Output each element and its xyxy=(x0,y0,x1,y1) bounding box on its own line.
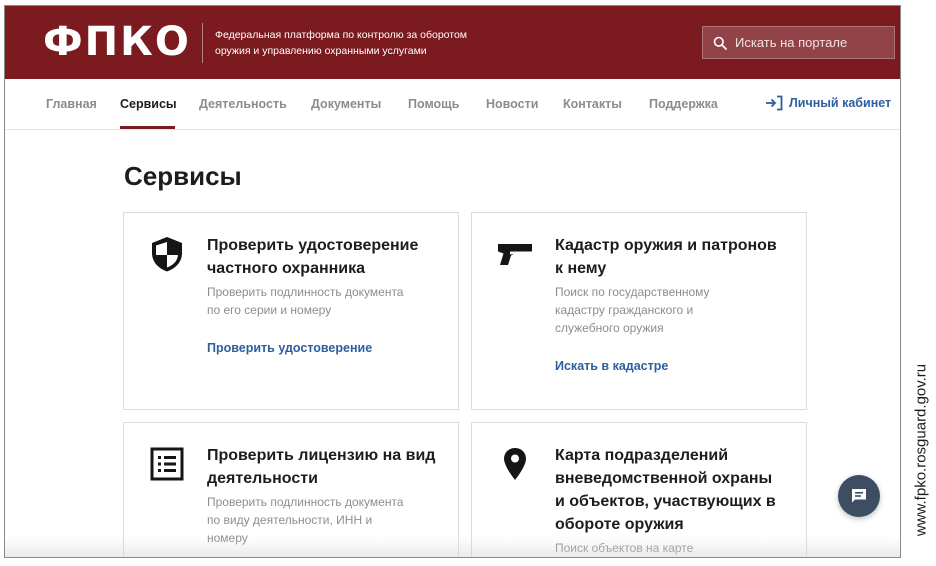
site-logo[interactable]: ФПКО xyxy=(43,17,191,67)
site-tagline: Федеральная платформа по контролю за обо… xyxy=(215,27,515,59)
search-icon xyxy=(713,36,727,50)
personal-cabinet-label: Личный кабинет xyxy=(789,96,892,110)
verify-certificate-link[interactable]: Проверить удостоверение xyxy=(207,341,372,355)
chat-icon xyxy=(852,489,866,503)
map-pin-icon xyxy=(504,448,526,480)
card-title: Проверить удостоверение частного охранни… xyxy=(207,234,418,280)
nav-item-activity[interactable]: Деятельность xyxy=(199,97,287,111)
tagline-line-2: оружия и управлению охранными услугами xyxy=(215,45,427,57)
card-title-line: деятельности xyxy=(207,470,318,487)
card-title-line: Проверить удостоверение xyxy=(207,237,419,254)
card-title-line: и объектов, участвующих в xyxy=(555,493,776,510)
chat-button[interactable] xyxy=(838,475,880,517)
card-desc-line: Поиск по государственному xyxy=(555,285,710,299)
main-navigation: Главная Сервисы Деятельность Документы П… xyxy=(5,79,900,130)
service-card-weapons-cadastre[interactable]: Кадастр оружия и патронов к нему Поиск п… xyxy=(471,212,807,410)
shield-icon xyxy=(152,237,182,272)
card-title-line: Карта подразделений xyxy=(555,447,729,464)
nav-item-services[interactable]: Сервисы xyxy=(120,97,177,111)
nav-item-contacts[interactable]: Контакты xyxy=(563,97,622,111)
source-url-text: www.fpko.rosguard.gov.ru xyxy=(912,363,930,537)
card-desc-line: по виду деятельности, ИНН и xyxy=(207,513,373,527)
service-card-activity-license[interactable]: Проверить лицензию на вид деятельности П… xyxy=(123,422,459,557)
card-desc-line: Проверить подлинность документа xyxy=(207,495,404,509)
card-desc-line: Проверить подлинность документа xyxy=(207,285,404,299)
nav-item-news[interactable]: Новости xyxy=(486,97,538,111)
nav-item-help[interactable]: Помощь xyxy=(408,97,459,111)
card-title: Карта подразделений вневедомственной охр… xyxy=(555,444,776,536)
login-icon xyxy=(766,95,783,111)
card-desc-line: по его серии и номеру xyxy=(207,303,332,317)
card-title: Кадастр оружия и патронов к нему xyxy=(555,234,777,280)
personal-cabinet-link[interactable]: Личный кабинет xyxy=(765,95,891,111)
browser-frame: ФПКО Федеральная платформа по контролю з… xyxy=(4,5,901,558)
card-desc-line: номеру xyxy=(207,531,248,545)
card-desc-line: кадастру гражданского и xyxy=(555,303,694,317)
service-card-guard-certificate[interactable]: Проверить удостоверение частного охранни… xyxy=(123,212,459,410)
card-title-line: вневедомственной охраны xyxy=(555,470,773,487)
card-description: Проверить подлинность документа по его с… xyxy=(207,283,403,319)
service-card-security-map[interactable]: Карта подразделений вневедомственной охр… xyxy=(471,422,807,557)
card-description: Проверить подлинность документа по виду … xyxy=(207,493,403,547)
header-bar: ФПКО Федеральная платформа по контролю з… xyxy=(5,6,900,79)
nav-item-documents[interactable]: Документы xyxy=(311,97,381,111)
card-title: Проверить лицензию на вид деятельности xyxy=(207,444,435,490)
card-title-line: обороте оружия xyxy=(555,516,684,533)
card-title-line: частного охранника xyxy=(207,260,366,277)
page-title: Сервисы xyxy=(124,161,242,191)
nav-item-home[interactable]: Главная xyxy=(46,97,97,111)
source-caption: www.fpko.rosguard.gov.ru xyxy=(906,0,936,566)
nav-item-support[interactable]: Поддержка xyxy=(649,97,718,111)
search-input[interactable] xyxy=(735,35,885,50)
search-box[interactable] xyxy=(702,26,895,59)
tagline-line-1: Федеральная платформа по контролю за обо… xyxy=(215,29,468,41)
card-description: Поиск по государственному кадастру гражд… xyxy=(555,283,710,337)
search-cadastre-link[interactable]: Искать в кадастре xyxy=(555,359,668,373)
pistol-icon xyxy=(498,244,532,265)
card-description: Поиск объектов на карте xyxy=(555,539,693,557)
logo-divider xyxy=(202,23,203,63)
card-title-line: Кадастр оружия и патронов xyxy=(555,237,777,254)
card-title-line: Проверить лицензию на вид xyxy=(207,447,436,464)
card-desc-line: Поиск объектов на карте xyxy=(555,541,694,555)
list-document-icon xyxy=(150,447,184,481)
card-desc-line: служебного оружия xyxy=(555,321,664,335)
active-nav-indicator xyxy=(120,126,175,129)
card-title-line: к нему xyxy=(555,260,607,277)
